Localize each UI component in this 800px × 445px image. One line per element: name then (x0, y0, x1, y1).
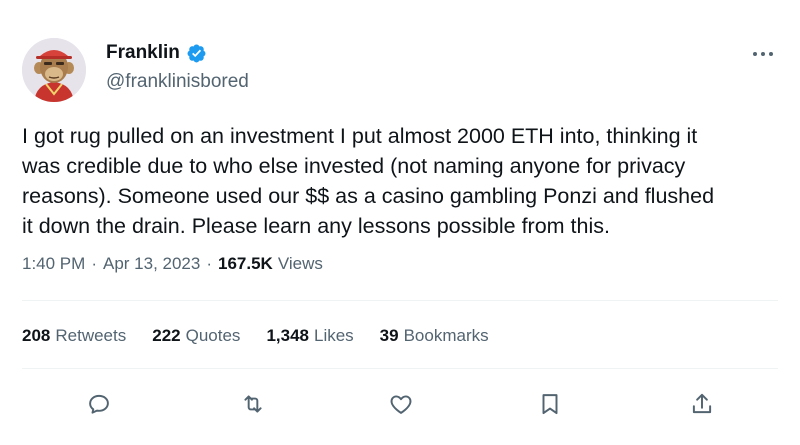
reply-button[interactable] (79, 384, 119, 424)
tweet-time[interactable]: 1:40 PM (22, 254, 85, 274)
divider (22, 300, 778, 301)
bookmarks-label: Bookmarks (403, 326, 489, 345)
retweets-label: Retweets (55, 326, 127, 345)
likes-stat[interactable]: 1,348 Likes (266, 326, 353, 346)
more-horizontal-icon (753, 52, 773, 56)
like-icon (390, 395, 412, 414)
quotes-count: 222 (152, 326, 181, 345)
views-count[interactable]: 167.5K (218, 254, 273, 274)
bookmark-button[interactable] (530, 384, 570, 424)
like-button[interactable] (381, 384, 421, 424)
verified-badge-icon (186, 43, 207, 64)
engagement-stats: 208 Retweets 222 Quotes 1,348 Likes 39 Bookm… (22, 326, 515, 346)
retweet-button[interactable] (233, 384, 273, 424)
bored-ape-avatar-icon (22, 38, 86, 102)
divider (22, 368, 778, 369)
meta-separator: · (91, 254, 97, 273)
tweet-card: Franklin @franklinisbored I got rug pull… (0, 0, 800, 445)
more-options-button[interactable] (748, 42, 778, 66)
bookmarks-count: 39 (379, 326, 399, 345)
author-handle[interactable]: @franklinisbored (106, 71, 249, 93)
reply-icon (89, 394, 109, 414)
share-icon (692, 393, 712, 414)
bookmarks-stat[interactable]: 39 Bookmarks (380, 326, 489, 346)
likes-count: 1,348 (266, 326, 309, 345)
retweets-stat[interactable]: 208 Retweets (22, 326, 126, 346)
tweet-date[interactable]: Apr 13, 2023 (103, 254, 200, 274)
avatar[interactable] (22, 38, 86, 102)
views-label: Views (277, 254, 323, 273)
display-name[interactable]: Franklin (106, 42, 180, 64)
tweet-text: I got rug pulled on an investment I put … (22, 124, 715, 238)
bookmark-icon (542, 394, 558, 415)
likes-label: Likes (313, 326, 354, 345)
quotes-stat[interactable]: 222 Quotes (152, 326, 240, 346)
retweet-icon (244, 395, 262, 413)
share-button[interactable] (682, 384, 722, 424)
tweet-meta: 1:40 PM · Apr 13, 2023 · 167.5K Views (22, 254, 323, 274)
author-name-row: Franklin (106, 42, 207, 64)
meta-separator: · (206, 254, 213, 273)
tweet-actions (0, 384, 800, 424)
retweets-count: 208 (22, 326, 51, 345)
quotes-label: Quotes (185, 326, 241, 345)
